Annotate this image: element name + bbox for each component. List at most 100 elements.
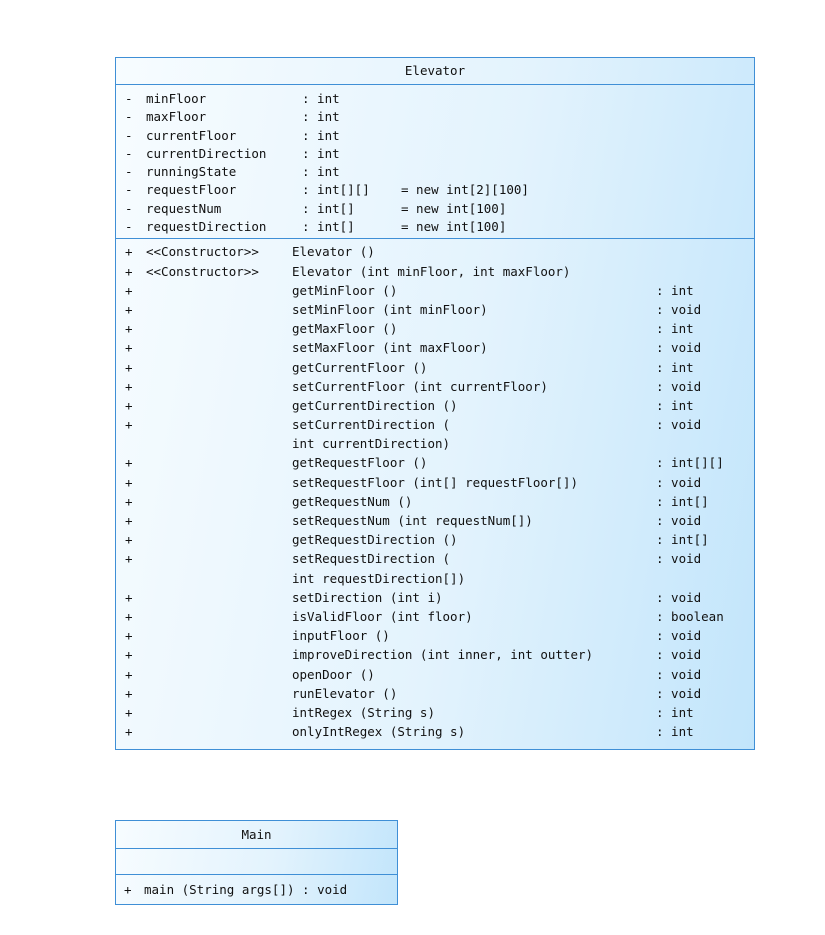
return-type: : void	[656, 666, 702, 682]
attribute-type: : int[]	[302, 200, 355, 216]
operation-name: Elevator (int minFloor, int maxFloor)	[292, 263, 571, 279]
operation-row: + main (String args[]) : void	[116, 875, 397, 905]
operation-signature: getMaxFloor ()	[292, 319, 397, 338]
visibility-marker: +	[125, 474, 133, 490]
operation-params-continued: int requestDirection[])	[292, 570, 466, 586]
operation-signature: isValidFloor (int floor)	[292, 607, 473, 626]
operation-row: + setMaxFloor (int maxFloor): void	[116, 338, 754, 357]
attribute-row: - minFloor: int	[116, 90, 754, 108]
visibility-marker: +	[125, 455, 133, 471]
operation-name: getRequestFloor ()	[292, 455, 428, 471]
return-type: : void	[656, 685, 702, 701]
return-type: : void	[656, 513, 702, 529]
visibility-marker: -	[125, 127, 133, 143]
attribute-name: runningState	[146, 164, 237, 180]
attribute-name: requestDirection	[146, 219, 267, 235]
class-name: Elevator	[116, 58, 754, 85]
operation-row: + setCurrentFloor (int currentFloor): voi…	[116, 377, 754, 396]
operation-name: setMaxFloor (int maxFloor)	[292, 340, 488, 356]
visibility-marker: +	[125, 397, 133, 413]
operation-signature: Elevator (int minFloor, int maxFloor)	[292, 262, 570, 281]
visibility-marker: +	[125, 417, 133, 433]
operation-signature: getMinFloor ()	[292, 281, 397, 300]
attribute-name: minFloor	[146, 91, 207, 106]
visibility-marker: +	[125, 378, 133, 394]
attribute-row: - requestFloor: int[][] = new int[2][100]	[116, 181, 754, 199]
operation-row: + setDirection (int i): void	[116, 588, 754, 607]
operation-row: + onlyIntRegex (String s) : int	[116, 722, 754, 741]
visibility-marker: -	[125, 219, 133, 235]
visibility-marker: -	[125, 200, 133, 216]
operation-name: inputFloor ()	[292, 628, 390, 644]
visibility-marker: +	[125, 704, 133, 720]
operation-name: Elevator ()	[292, 244, 375, 260]
operation-name: getRequestDirection ()	[292, 532, 458, 548]
visibility-marker: +	[125, 685, 133, 701]
operation-signature: setDirection (int i)	[292, 588, 443, 607]
operation-name: runElevator ()	[292, 685, 398, 701]
operation-row: + getMinFloor () : int	[116, 281, 754, 300]
visibility-marker: +	[125, 301, 133, 317]
operation-signature: inputFloor ()	[292, 626, 390, 645]
attribute-type: : int	[302, 91, 340, 106]
visibility-marker: +	[125, 724, 133, 740]
operation-signature: setCurrentDirection (int currentDirectio…	[292, 415, 450, 453]
class-elevator: Elevator - minFloor: int - maxFloor: int - cu…	[115, 57, 755, 750]
operation-signature: setRequestDirection ( int requestDirectio…	[292, 549, 465, 587]
operation-row: + getRequestDirection (): int[]	[116, 530, 754, 549]
attribute-row: - runningState: int	[116, 163, 754, 181]
attribute-row: - currentDirection: int	[116, 145, 754, 163]
stereotype-label: <<Constructor>>	[146, 263, 259, 279]
operation-signature: getRequestDirection ()	[292, 530, 458, 549]
operation-row: + intRegex (String s) : int	[116, 703, 754, 722]
operation-signature: intRegex (String s)	[292, 703, 435, 722]
attribute-name: maxFloor	[146, 109, 207, 125]
operation-signature: runElevator ()	[292, 684, 397, 703]
attribute-name: currentFloor	[146, 127, 237, 143]
attribute-name: requestNum	[146, 200, 222, 216]
return-type: : int	[656, 282, 694, 298]
attribute-row: - maxFloor: int	[116, 108, 754, 126]
operation-signature: setRequestNum (int requestNum[])	[292, 511, 533, 530]
operation-row: + setMinFloor (int minFloor): void	[116, 300, 754, 319]
operation-signature: onlyIntRegex (String s)	[292, 722, 465, 741]
operation-name: getMaxFloor ()	[292, 321, 398, 337]
operation-row: + isValidFloor (int floor): boolean	[116, 607, 754, 626]
visibility-marker: +	[124, 882, 132, 897]
operation-name: setCurrentDirection (	[292, 417, 451, 433]
visibility-marker: +	[125, 647, 133, 663]
operation-row: + getCurrentFloor (): int	[116, 358, 754, 377]
return-type: : int	[656, 724, 694, 740]
operation-row: + setRequestNum (int requestNum[]): void	[116, 511, 754, 530]
operation-row: + <<Constructor>> Elevator ()	[116, 242, 754, 261]
operation-row: + getRequestFloor () : int[][]	[116, 453, 754, 472]
operation-name: getCurrentDirection ()	[292, 397, 458, 413]
operation-signature: Elevator ()	[292, 242, 375, 261]
visibility-marker: +	[125, 532, 133, 548]
class-main: Main + main (String args[]) : void	[115, 820, 398, 905]
attribute-name: currentDirection	[146, 145, 267, 161]
operation-name: setDirection (int i)	[292, 589, 443, 605]
attribute-row: - currentFloor: int	[116, 127, 754, 145]
return-type: : int	[656, 359, 694, 375]
operation-row: + inputFloor (): void	[116, 626, 754, 645]
attribute-compartment	[116, 849, 397, 875]
operation-name: getCurrentFloor ()	[292, 359, 428, 375]
visibility-marker: -	[125, 164, 133, 180]
operation-name: getRequestNum ()	[292, 493, 413, 509]
operation-name: setRequestDirection (	[292, 551, 451, 567]
return-type: : void	[656, 647, 702, 663]
return-type: : int[][]	[656, 455, 724, 471]
operation-name: setRequestNum (int requestNum[])	[292, 513, 533, 529]
operation-row: + getCurrentDirection (): int	[116, 396, 754, 415]
visibility-marker: +	[125, 282, 133, 298]
operation-signature: openDoor ()	[292, 665, 375, 684]
return-type: : int	[656, 704, 694, 720]
visibility-marker: +	[125, 628, 133, 644]
operation-row: + openDoor (): void	[116, 665, 754, 684]
operation-signature: setMinFloor (int minFloor)	[292, 300, 488, 319]
return-type: : int[]	[656, 493, 709, 509]
attribute-type: : int	[302, 145, 340, 161]
attribute-initializer: = new int[2][100]	[401, 182, 529, 198]
return-type: : void	[656, 589, 702, 605]
